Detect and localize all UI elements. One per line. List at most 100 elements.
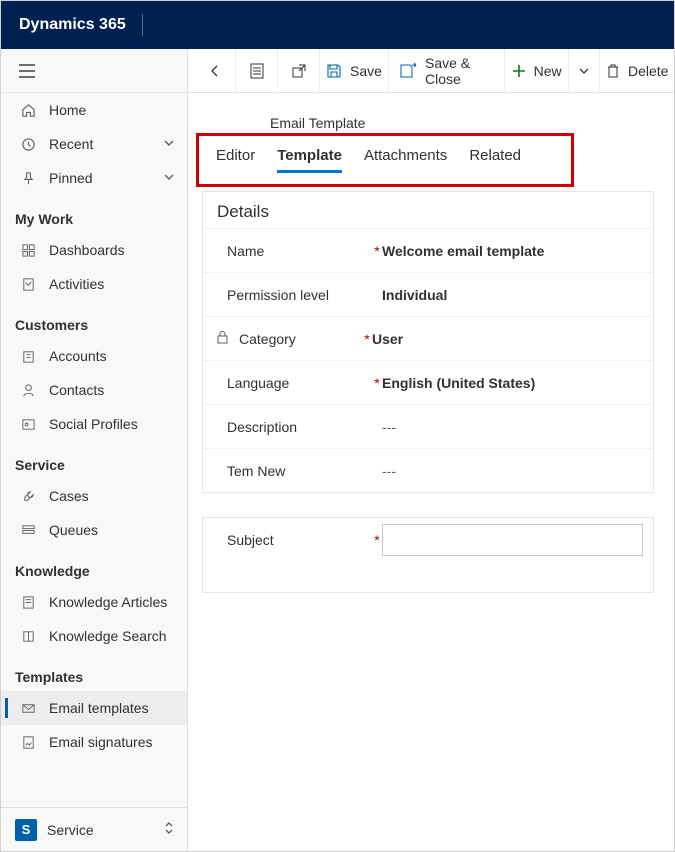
nav-label: Email signatures — [49, 734, 153, 750]
nav-dashboards[interactable]: Dashboards — [1, 233, 187, 267]
required-marker — [372, 419, 382, 435]
building-icon — [19, 349, 37, 364]
nav-email-templates[interactable]: Email templates — [1, 691, 187, 725]
chevron-down-icon — [163, 136, 175, 152]
list-icon — [250, 63, 264, 79]
nav-label: Email templates — [49, 700, 149, 716]
trash-icon — [606, 63, 620, 79]
back-button[interactable] — [194, 49, 236, 93]
area-switcher[interactable]: S Service — [1, 807, 187, 851]
nav-activities[interactable]: Activities — [1, 267, 187, 301]
field-language[interactable]: Language * English (United States) — [203, 360, 653, 404]
nav-group-service: Service — [1, 441, 187, 479]
lock-icon — [217, 331, 229, 347]
field-label-text: Category — [239, 331, 296, 347]
delete-button[interactable]: Delete — [600, 49, 674, 93]
nav-group-mywork: My Work — [1, 195, 187, 233]
nav-recent[interactable]: Recent — [1, 127, 187, 161]
new-label: New — [534, 63, 562, 79]
nav-knowledge-articles[interactable]: Knowledge Articles — [1, 585, 187, 619]
field-label-text: Tem New — [227, 463, 285, 479]
nav-knowledge-search[interactable]: Knowledge Search — [1, 619, 187, 653]
tab-template[interactable]: Template — [277, 147, 342, 173]
required-marker: * — [362, 331, 372, 347]
field-label-text: Description — [227, 419, 297, 435]
chevron-down-icon — [578, 65, 590, 77]
nav-contacts[interactable]: Contacts — [1, 373, 187, 407]
nav-social-profiles[interactable]: Social Profiles — [1, 407, 187, 441]
nav-label: Accounts — [49, 348, 107, 364]
save-label: Save — [350, 63, 382, 79]
hamburger-button[interactable] — [1, 49, 187, 93]
clipboard-icon — [19, 277, 37, 292]
new-button[interactable]: New — [505, 49, 569, 93]
person-icon — [19, 383, 37, 398]
area-badge: S — [15, 819, 37, 841]
pin-icon — [19, 171, 37, 186]
back-icon — [207, 63, 223, 79]
field-value: --- — [382, 463, 639, 479]
list-button[interactable] — [236, 49, 278, 93]
kb-icon — [19, 595, 37, 610]
nav-pinned[interactable]: Pinned — [1, 161, 187, 195]
field-tem-new[interactable]: Tem New --- — [203, 448, 653, 492]
nav-label: Pinned — [49, 170, 93, 186]
details-section: Details Name * Welcome email template Pe… — [202, 191, 654, 493]
save-close-button[interactable]: Save & Close — [389, 49, 505, 93]
header-divider — [142, 14, 143, 36]
save-icon — [326, 63, 342, 79]
field-value: Individual — [382, 287, 639, 303]
nav-label: Dashboards — [49, 242, 125, 258]
popout-button[interactable] — [278, 49, 320, 93]
subject-input[interactable] — [382, 524, 643, 556]
save-button[interactable]: Save — [320, 49, 389, 93]
tab-editor[interactable]: Editor — [216, 147, 255, 173]
nav-label: Social Profiles — [49, 416, 138, 432]
nav-home[interactable]: Home — [1, 93, 187, 127]
field-value: --- — [382, 419, 639, 435]
required-marker: * — [372, 375, 382, 391]
nav-group-knowledge: Knowledge — [1, 547, 187, 585]
app-title: Dynamics 365 — [19, 16, 126, 34]
nav-label: Queues — [49, 522, 98, 538]
field-value: English (United States) — [382, 375, 639, 391]
area-label: Service — [47, 822, 94, 838]
field-label-text: Subject — [227, 532, 274, 548]
main-area: Save Save & Close New Delete Email Templ… — [188, 49, 674, 851]
nav-label: Knowledge Search — [49, 628, 167, 644]
field-value: User — [372, 331, 639, 347]
clock-icon — [19, 137, 37, 152]
nav-email-signatures[interactable]: Email signatures — [1, 725, 187, 759]
field-subject: Subject * — [203, 518, 653, 562]
required-marker — [372, 463, 382, 479]
field-name[interactable]: Name * Welcome email template — [203, 228, 653, 272]
chevron-updown-icon — [163, 821, 175, 838]
nav-queues[interactable]: Queues — [1, 513, 187, 547]
required-marker — [372, 287, 382, 303]
field-description[interactable]: Description --- — [203, 404, 653, 448]
field-permission-level[interactable]: Permission level Individual — [203, 272, 653, 316]
new-flyout-button[interactable] — [569, 49, 600, 93]
wrench-icon — [19, 489, 37, 504]
tab-attachments[interactable]: Attachments — [364, 147, 447, 173]
field-category[interactable]: Category * User — [203, 316, 653, 360]
global-header: Dynamics 365 — [1, 1, 674, 49]
save-close-label: Save & Close — [425, 55, 494, 87]
field-label-text: Permission level — [227, 287, 329, 303]
entity-type-label: Email Template — [202, 115, 654, 131]
nav-label: Cases — [49, 488, 89, 504]
chevron-down-icon — [163, 170, 175, 186]
nav-label: Contacts — [49, 382, 104, 398]
nav-accounts[interactable]: Accounts — [1, 339, 187, 373]
nav-cases[interactable]: Cases — [1, 479, 187, 513]
nav-label: Recent — [49, 136, 93, 152]
plus-icon — [512, 64, 526, 78]
save-close-icon — [399, 63, 417, 79]
profile-icon — [19, 417, 37, 432]
nav-group-templates: Templates — [1, 653, 187, 691]
field-label-text: Language — [227, 375, 289, 391]
tab-related[interactable]: Related — [469, 147, 521, 173]
field-label-text: Name — [227, 243, 264, 259]
command-bar: Save Save & Close New Delete — [188, 49, 674, 93]
home-icon — [19, 103, 37, 118]
